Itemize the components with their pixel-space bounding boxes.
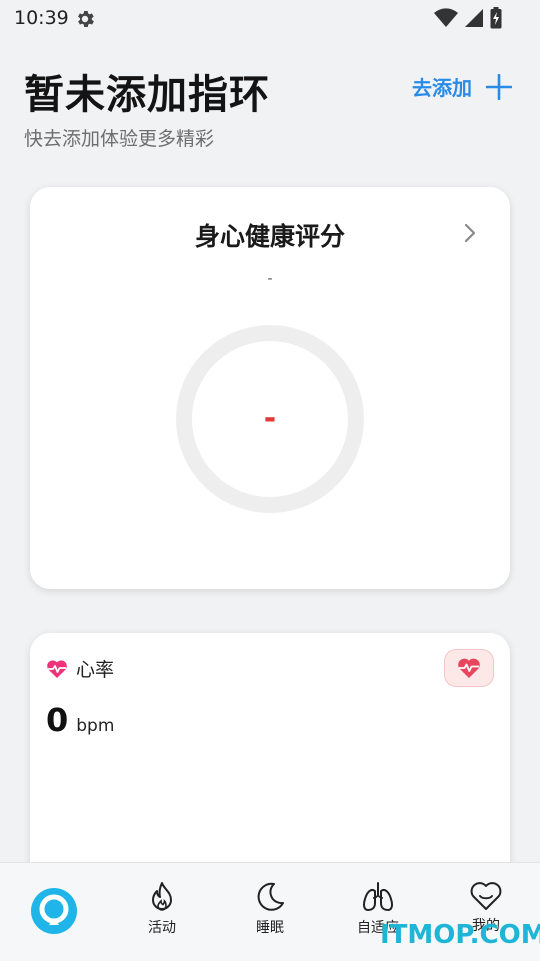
heart-rate-header: 心率 bbox=[46, 655, 114, 682]
gear-icon bbox=[78, 11, 94, 27]
health-score-card[interactable]: 身心健康评分 - - bbox=[30, 187, 510, 589]
heart-rate-unit: bpm bbox=[76, 716, 115, 736]
wifi-icon bbox=[434, 8, 458, 27]
heart-pulse-icon bbox=[47, 659, 67, 678]
health-score-title: 身心健康评分 bbox=[194, 222, 345, 251]
nav-item-sleep[interactable]: 睡眠 bbox=[225, 881, 315, 945]
nav-item-activity[interactable]: 活动 bbox=[117, 881, 207, 945]
status-time: 10:39 bbox=[14, 7, 69, 29]
status-icons bbox=[434, 7, 502, 29]
signal-icon bbox=[465, 9, 483, 27]
heart-rate-title: 心率 bbox=[76, 659, 115, 681]
status-bar: 10:39 bbox=[0, 0, 540, 38]
watermark: ITMOP.COM bbox=[380, 920, 540, 950]
heart-rate-reading: 0 bpm bbox=[46, 701, 114, 739]
heart-smile-icon bbox=[470, 882, 502, 910]
heart-rate-badge-button[interactable] bbox=[444, 649, 494, 687]
moon-icon bbox=[257, 882, 284, 911]
add-ring-button[interactable]: 去添加 bbox=[412, 72, 512, 101]
heart-rate-value: 0 bbox=[46, 701, 69, 739]
header: 暂未添加指环 快去添加体验更多精彩 去添加 bbox=[0, 50, 540, 160]
chevron-right-icon[interactable] bbox=[462, 223, 478, 243]
heart-pulse-icon bbox=[458, 658, 480, 678]
battery-icon bbox=[490, 7, 502, 29]
page-subtitle: 快去添加体验更多精彩 bbox=[24, 128, 215, 150]
lungs-icon bbox=[363, 882, 393, 911]
health-score-value: - bbox=[263, 401, 277, 436]
nav-label-sleep: 睡眠 bbox=[256, 920, 284, 936]
page-title: 暂未添加指环 bbox=[24, 72, 270, 118]
flame-icon bbox=[152, 882, 172, 911]
plus-icon bbox=[486, 73, 512, 100]
home-ring-icon[interactable] bbox=[30, 887, 78, 935]
health-score-subtitle: - bbox=[267, 271, 273, 287]
nav-label-activity: 活动 bbox=[148, 920, 176, 936]
add-ring-label: 去添加 bbox=[412, 76, 472, 100]
